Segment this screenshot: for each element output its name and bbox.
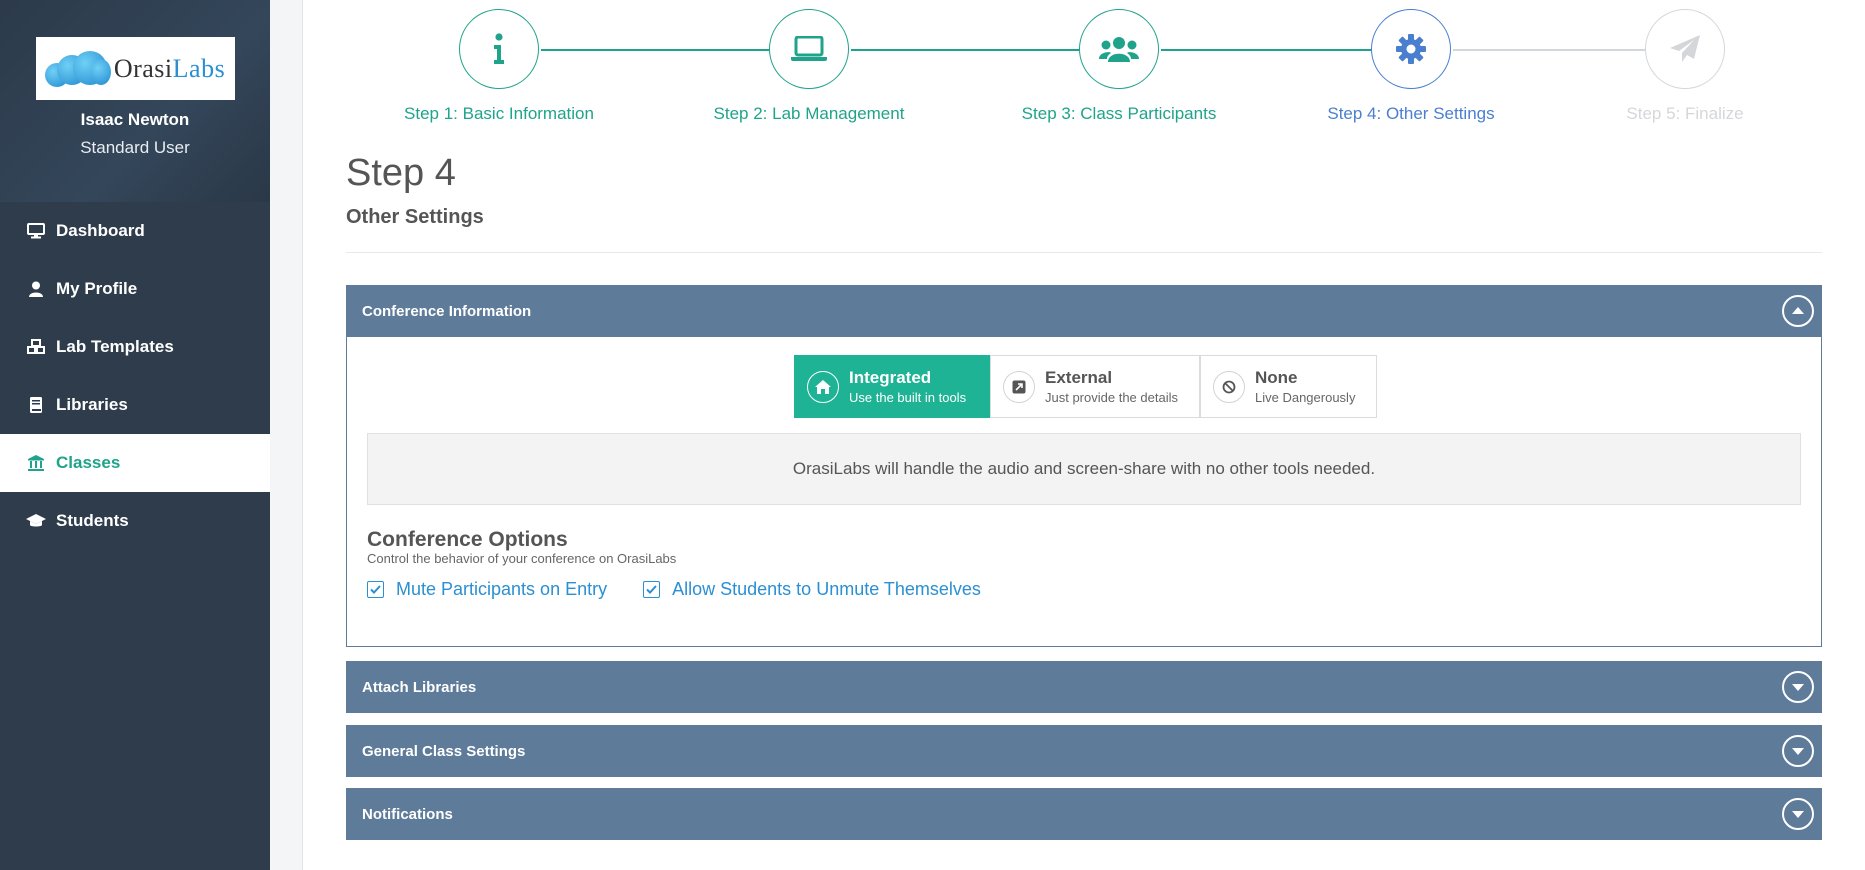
users-icon bbox=[1099, 37, 1139, 62]
step-connector bbox=[1453, 49, 1653, 51]
graduation-cap-icon bbox=[26, 511, 46, 531]
sidebar-item-libraries[interactable]: Libraries bbox=[0, 376, 270, 434]
step-2-label[interactable]: Step 2: Lab Management bbox=[689, 104, 929, 124]
main-content: Step 1: Basic Information Step 2: Lab Ma… bbox=[270, 0, 1865, 870]
step-3-label[interactable]: Step 3: Class Participants bbox=[999, 104, 1239, 124]
option-desc: Use the built in tools bbox=[849, 390, 967, 405]
info-icon bbox=[494, 33, 504, 64]
institution-icon bbox=[26, 453, 46, 473]
external-link-icon bbox=[1003, 370, 1035, 403]
option-desc: Just provide the details bbox=[1045, 390, 1178, 405]
home-icon bbox=[807, 370, 839, 403]
conference-information-header[interactable]: Conference Information bbox=[346, 285, 1822, 337]
sidebar: OrasiLabs Isaac Newton Standard User Das… bbox=[0, 0, 270, 870]
user-name: Isaac Newton bbox=[80, 110, 190, 129]
section-title: General Class Settings bbox=[362, 742, 526, 760]
conference-information-section: Conference Information Integrated Use th… bbox=[346, 285, 1822, 647]
checkbox-checked-icon[interactable] bbox=[643, 581, 661, 598]
expand-toggle[interactable] bbox=[1782, 735, 1814, 767]
attach-libraries-section: Attach Libraries bbox=[346, 661, 1822, 713]
notifications-header[interactable]: Notifications bbox=[346, 788, 1822, 840]
conference-information-body: Integrated Use the built in tools Extern… bbox=[346, 337, 1822, 647]
section-title: Conference Information bbox=[362, 302, 532, 320]
sidebar-item-dashboard[interactable]: Dashboard bbox=[0, 202, 270, 260]
notifications-section: Notifications bbox=[346, 788, 1822, 840]
sidebar-item-students[interactable]: Students bbox=[0, 492, 270, 550]
chevron-down-icon bbox=[1792, 748, 1804, 755]
orasilabs-logo[interactable]: OrasiLabs bbox=[35, 37, 235, 100]
general-class-settings-section: General Class Settings bbox=[346, 725, 1822, 777]
sidebar-item-my-profile[interactable]: My Profile bbox=[0, 260, 270, 318]
step-connector bbox=[851, 49, 1087, 51]
checkbox-label[interactable]: Mute Participants on Entry bbox=[396, 579, 607, 600]
section-title: Notifications bbox=[362, 805, 453, 823]
conference-info-box: OrasiLabs will handle the audio and scre… bbox=[367, 433, 1801, 505]
checkbox-label[interactable]: Allow Students to Unmute Themselves bbox=[672, 579, 981, 600]
paper-plane-icon bbox=[1670, 35, 1700, 62]
option-title: Integrated bbox=[849, 368, 932, 387]
page-subtitle: Other Settings bbox=[346, 206, 484, 228]
step-4-circle[interactable] bbox=[1371, 9, 1451, 89]
step-1-label[interactable]: Step 1: Basic Information bbox=[379, 104, 619, 124]
gear-icon bbox=[1396, 34, 1426, 64]
logo-text: OrasiLabs bbox=[113, 53, 226, 83]
option-desc: Live Dangerously bbox=[1255, 390, 1356, 405]
attach-libraries-header[interactable]: Attach Libraries bbox=[346, 661, 1822, 713]
external-option[interactable]: External Just provide the details bbox=[990, 355, 1200, 418]
chevron-down-icon bbox=[1792, 811, 1804, 818]
step-connector bbox=[1161, 49, 1379, 51]
section-title: Attach Libraries bbox=[362, 678, 477, 696]
conference-options-checkboxes: Mute Participants on Entry Allow Student… bbox=[367, 579, 1017, 600]
sidebar-item-label: My Profile bbox=[56, 279, 138, 298]
user-icon bbox=[26, 279, 46, 299]
sidebar-item-label: Students bbox=[56, 511, 129, 530]
none-option[interactable]: None Live Dangerously bbox=[1200, 355, 1377, 418]
option-title: None bbox=[1255, 368, 1298, 387]
step-4-label[interactable]: Step 4: Other Settings bbox=[1291, 104, 1531, 124]
chevron-up-icon bbox=[1792, 307, 1804, 314]
divider bbox=[346, 252, 1822, 253]
conference-type-toggle: Integrated Use the built in tools Extern… bbox=[794, 355, 1377, 418]
conference-options-desc: Control the behavior of your conference … bbox=[367, 551, 677, 566]
book-icon bbox=[26, 395, 46, 415]
sidebar-item-label: Dashboard bbox=[56, 221, 145, 240]
wizard-stepper: Step 1: Basic Information Step 2: Lab Ma… bbox=[303, 0, 1865, 140]
sidebar-item-classes[interactable]: Classes bbox=[0, 434, 270, 492]
expand-toggle[interactable] bbox=[1782, 798, 1814, 830]
cloud-logo-icon bbox=[44, 49, 111, 89]
mute-participants-checkbox[interactable]: Mute Participants on Entry bbox=[367, 579, 607, 600]
wizard-panel: Step 1: Basic Information Step 2: Lab Ma… bbox=[302, 0, 1865, 870]
user-role: Standard User bbox=[80, 138, 190, 157]
allow-unmute-checkbox[interactable]: Allow Students to Unmute Themselves bbox=[643, 579, 981, 600]
integrated-option[interactable]: Integrated Use the built in tools bbox=[794, 355, 990, 418]
option-title: External bbox=[1045, 368, 1113, 387]
sidebar-item-label: Lab Templates bbox=[56, 337, 174, 356]
cubes-icon bbox=[26, 337, 46, 357]
sidebar-nav: Dashboard My Profile Lab Templates Libra… bbox=[0, 202, 270, 550]
expand-toggle[interactable] bbox=[1782, 671, 1814, 703]
collapse-toggle[interactable] bbox=[1782, 295, 1814, 327]
step-1-circle[interactable] bbox=[459, 9, 539, 89]
step-5-circle[interactable] bbox=[1645, 9, 1725, 89]
step-connector bbox=[541, 49, 777, 51]
page-title: Step 4 bbox=[346, 152, 456, 194]
chevron-down-icon bbox=[1792, 684, 1804, 691]
monitor-icon bbox=[26, 221, 46, 241]
sidebar-item-lab-templates[interactable]: Lab Templates bbox=[0, 318, 270, 376]
ban-icon bbox=[1213, 370, 1245, 403]
checkbox-checked-icon[interactable] bbox=[367, 581, 384, 598]
conference-options-title: Conference Options bbox=[367, 528, 568, 551]
sidebar-item-label: Libraries bbox=[56, 395, 128, 414]
step-2-circle[interactable] bbox=[769, 9, 849, 89]
step-5-label[interactable]: Step 5: Finalize bbox=[1565, 104, 1805, 124]
general-class-settings-header[interactable]: General Class Settings bbox=[346, 725, 1822, 777]
sidebar-item-label: Classes bbox=[56, 453, 121, 472]
step-3-circle[interactable] bbox=[1079, 9, 1159, 89]
sidebar-header: OrasiLabs Isaac Newton Standard User bbox=[0, 0, 270, 202]
laptop-icon bbox=[791, 36, 827, 61]
